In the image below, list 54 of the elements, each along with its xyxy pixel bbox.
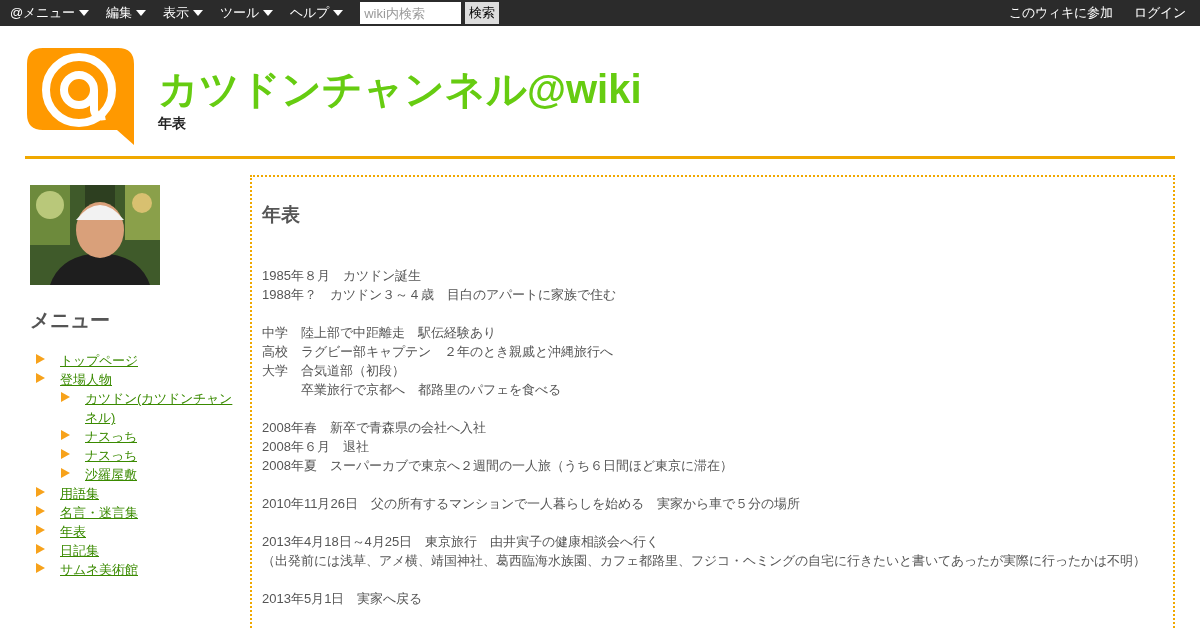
caret-icon [136, 10, 147, 16]
caret-icon [263, 10, 274, 16]
menu-link[interactable]: 日記集 [60, 541, 99, 560]
timeline-line: 高校 ラグビー部キャプテン ２年のとき親戚と沖縄旅行へ [262, 342, 614, 361]
caret-icon [193, 10, 204, 16]
sidebar-heading: メニュー [30, 308, 111, 333]
top-link[interactable]: ログイン [1134, 3, 1186, 23]
search-button[interactable]: 検索 [465, 2, 500, 24]
menu-link[interactable]: トップページ [60, 351, 138, 370]
timeline-line: 2008年６月 退社 [262, 437, 370, 456]
timeline-line: 2013年5月1日 実家へ戻る [262, 589, 424, 608]
content-heading: 年表 [262, 203, 301, 227]
menu-link[interactable]: 登場人物 [60, 370, 112, 389]
menu-link[interactable]: 名言・迷言集 [60, 503, 138, 522]
menu-link[interactable]: カツドン(カツドンチャンネル) [85, 389, 240, 427]
timeline-line: 2008年夏 スーパーカブで東京へ２週間の一人旅（うち６日間ほど東京に滞在） [262, 456, 734, 475]
menu-link[interactable]: 年表 [60, 522, 86, 541]
logo-icon [27, 48, 134, 145]
caret-icon [333, 10, 344, 16]
menu-button[interactable]: 表示 [163, 3, 204, 23]
site-title: カツドンチャンネル@wiki [158, 66, 642, 113]
triangle-bullet-icon [61, 392, 70, 402]
timeline-line: 2008年春 新卒で青森県の会社へ入社 [262, 418, 487, 437]
menu-button[interactable]: ツール [220, 3, 274, 23]
timeline-line: （出発前には浅草、アメ横、靖国神社、葛西臨海水族園、カフェ都路里、フジコ・ヘミングの自宅に行きたいと書いてあったが実際に行ったかは不明） [262, 551, 1147, 570]
menu-link[interactable]: ナスっち [85, 446, 137, 465]
triangle-bullet-icon [61, 449, 70, 459]
timeline-line: 卒業旅行で京都へ 都路里のパフェを食べる [300, 380, 562, 399]
menu-button[interactable]: 編集 [106, 3, 147, 23]
timeline-line: 大学 合気道部（初段） [262, 361, 406, 380]
caret-icon [79, 10, 90, 16]
timeline-line: 2010年11月26日 父の所有するマンションで一人暮らしを始める 実家から車で５分の場所 [262, 494, 801, 513]
timeline-line: 1985年８月 カツドン誕生 [262, 266, 422, 285]
triangle-bullet-icon [36, 354, 45, 364]
menu-link[interactable]: ナスっち [85, 427, 137, 446]
search-field[interactable]: wiki内検索 [360, 2, 462, 24]
triangle-bullet-icon [36, 544, 45, 554]
triangle-bullet-icon [36, 563, 45, 573]
menu-link[interactable]: 沙羅屋敷 [85, 465, 137, 484]
menu-button[interactable]: ヘルプ [290, 3, 344, 23]
page-subtitle: 年表 [158, 114, 187, 133]
triangle-bullet-icon [61, 468, 70, 478]
top-link[interactable]: このウィキに参加 [1009, 3, 1113, 23]
timeline-line: 1988年？ カツドン３～４歳 目白のアパートに家族で住む [262, 285, 617, 304]
triangle-bullet-icon [36, 373, 45, 383]
menu-button[interactable]: @メニュー [10, 3, 90, 23]
menu-link[interactable]: サムネ美術館 [60, 560, 138, 579]
menu-link[interactable]: 用語集 [60, 484, 99, 503]
timeline-line: 2013年4月18日～4月25日 東京旅行 由井寅子の健康相談会へ行く [262, 532, 661, 551]
timeline-line: 中学 陸上部で中距離走 駅伝経験あり [262, 323, 497, 342]
triangle-bullet-icon [36, 506, 45, 516]
triangle-bullet-icon [36, 487, 45, 497]
triangle-bullet-icon [36, 525, 45, 535]
triangle-bullet-icon [61, 430, 70, 440]
